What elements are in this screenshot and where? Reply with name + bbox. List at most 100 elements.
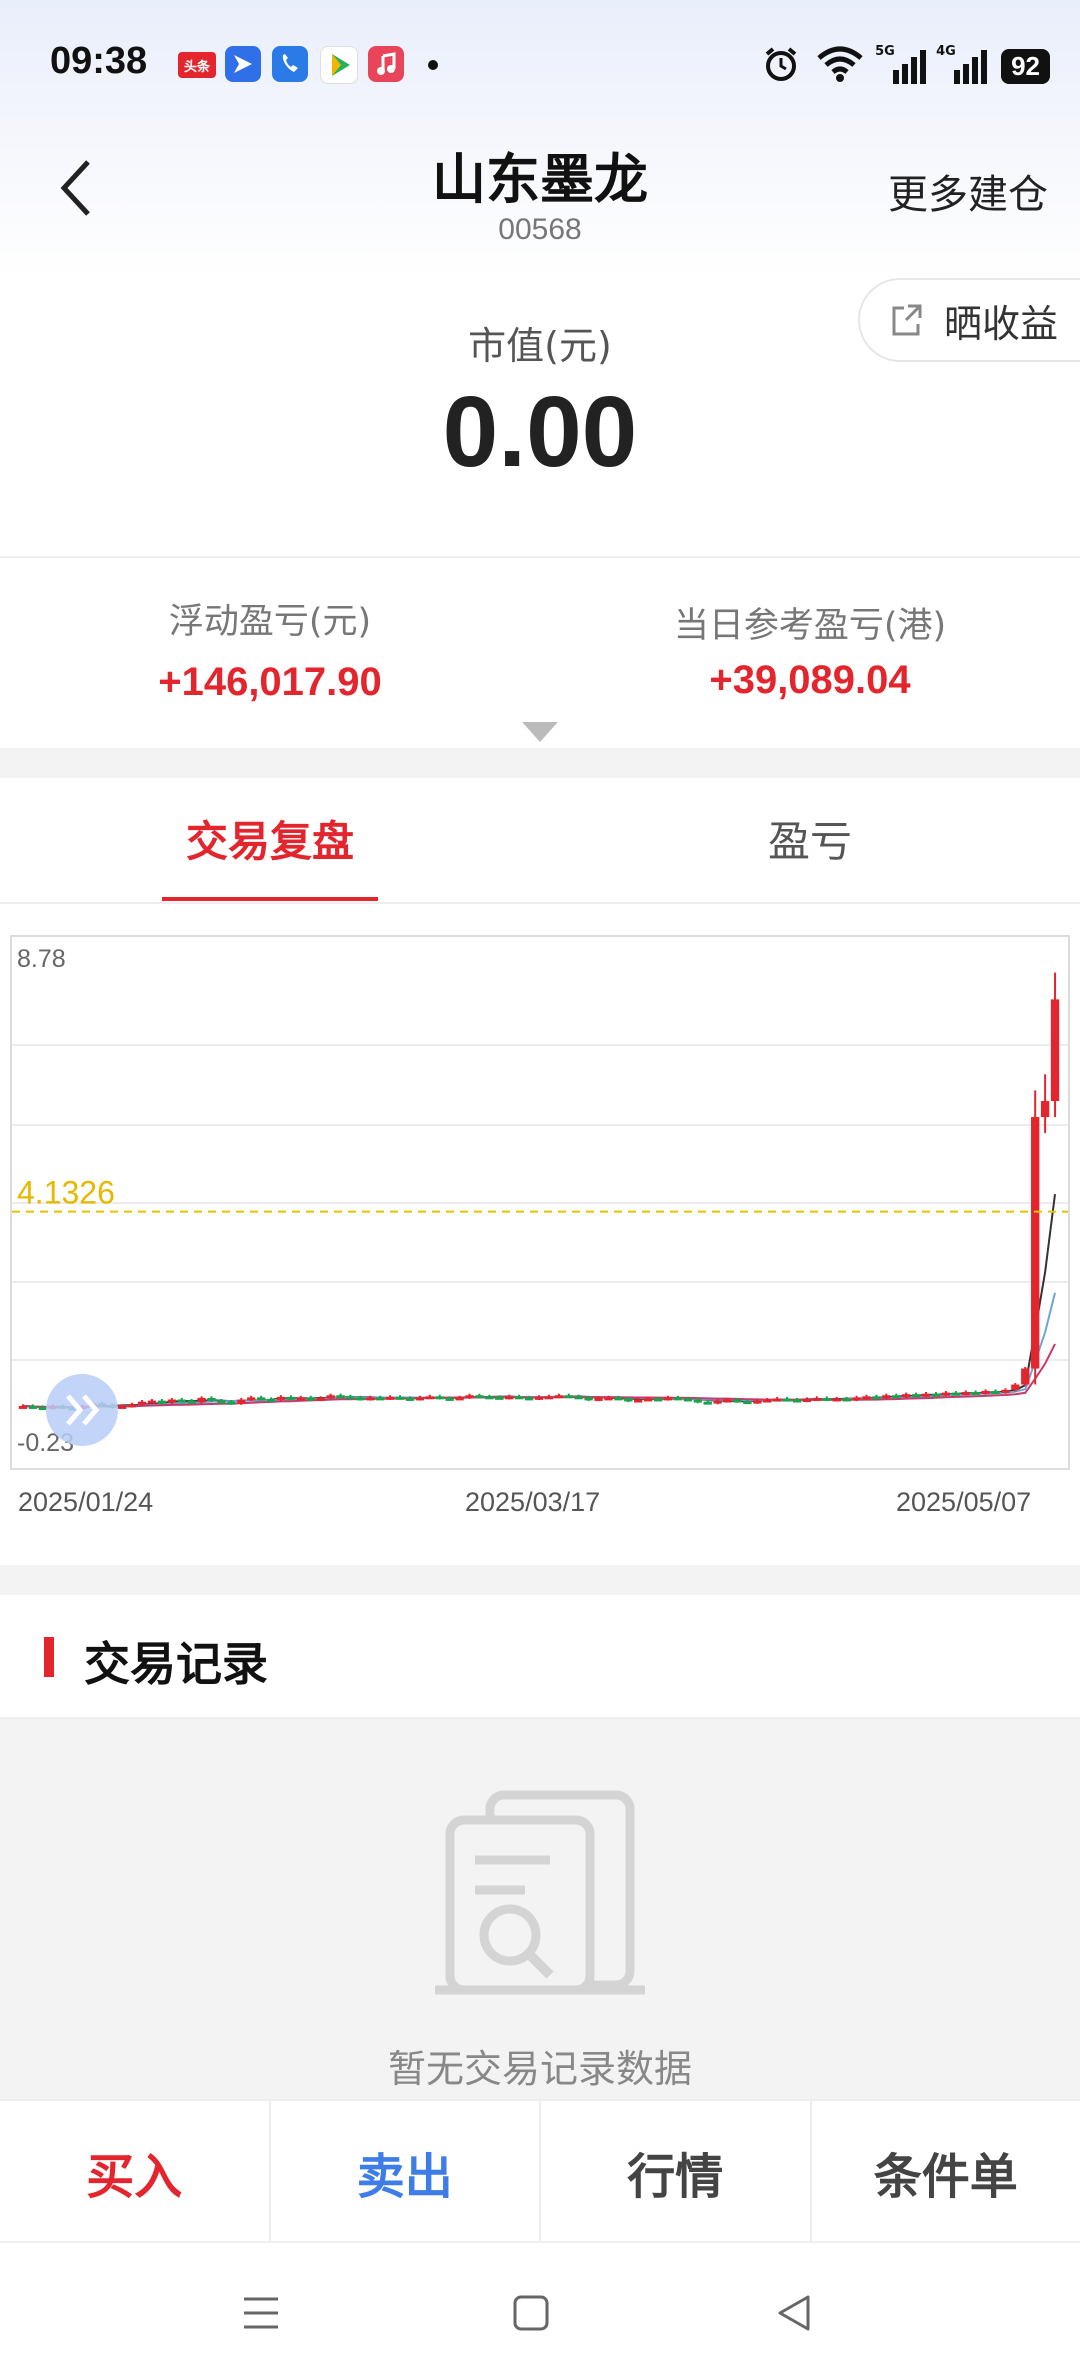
candle xyxy=(168,1400,176,1403)
chart-scroll-left-button[interactable] xyxy=(46,1374,118,1446)
candle xyxy=(416,1397,424,1400)
tab-trade-review[interactable]: 交易复盘 xyxy=(120,808,420,869)
candle xyxy=(674,1397,682,1400)
candle xyxy=(634,1400,642,1403)
candle xyxy=(336,1395,344,1398)
candle xyxy=(803,1399,811,1402)
candle xyxy=(694,1400,702,1403)
candle xyxy=(287,1397,295,1400)
trade-review-chart[interactable]: 4.1326 8.78 -0.23 xyxy=(10,935,1070,1470)
tab-profit-loss[interactable]: 盈亏 xyxy=(660,808,960,869)
section-gap xyxy=(0,1565,1080,1595)
candle xyxy=(1011,1385,1019,1390)
candle xyxy=(485,1396,493,1399)
candle xyxy=(793,1400,801,1403)
candle xyxy=(763,1400,771,1403)
buy-button[interactable]: 买入 xyxy=(0,2101,271,2243)
tab-active-indicator xyxy=(162,897,378,901)
candle xyxy=(1051,999,1059,1101)
toutiao-app-icon: 头条 xyxy=(178,52,216,78)
signal-4g-icon: 4G xyxy=(940,48,987,84)
candle xyxy=(267,1399,275,1402)
candle xyxy=(981,1391,989,1394)
candle xyxy=(942,1393,950,1396)
candle xyxy=(465,1395,473,1398)
candle xyxy=(654,1398,662,1401)
expand-triangle-icon[interactable] xyxy=(522,722,558,742)
candle xyxy=(783,1398,791,1401)
battery-indicator: 92 xyxy=(1001,49,1050,84)
candle xyxy=(158,1401,166,1404)
candle xyxy=(872,1396,880,1399)
menu-nav-icon[interactable] xyxy=(240,2293,282,2333)
candle xyxy=(842,1398,850,1401)
candle xyxy=(594,1398,602,1401)
x-axis-label-end: 2025/05/07 xyxy=(896,1487,1031,1518)
candle xyxy=(813,1398,821,1401)
candle xyxy=(614,1397,622,1400)
alarm-icon xyxy=(761,44,801,88)
candle xyxy=(922,1394,930,1397)
candle xyxy=(892,1395,900,1398)
more-build-button[interactable]: 更多建仓 xyxy=(888,162,1048,220)
conditional-order-button[interactable]: 条件单 xyxy=(812,2101,1080,2243)
bottom-action-bar: 买入 卖出 行情 条件单 xyxy=(0,2099,1080,2243)
candle xyxy=(138,1402,146,1405)
sell-button[interactable]: 卖出 xyxy=(271,2101,542,2243)
feishu-app-icon xyxy=(225,46,261,82)
phone-app-icon xyxy=(272,46,308,82)
candle xyxy=(297,1397,305,1400)
candle xyxy=(584,1397,592,1400)
candle xyxy=(187,1401,195,1404)
floating-pl-value: +146,017.90 xyxy=(70,660,470,705)
system-nav-bar xyxy=(0,2241,1080,2378)
candle xyxy=(991,1391,999,1394)
daily-pl-value: +39,089.04 xyxy=(610,658,1010,703)
candle xyxy=(386,1397,394,1400)
market-value-label: 市值(元) xyxy=(0,315,1080,370)
candle xyxy=(882,1395,890,1398)
candle xyxy=(1001,1390,1009,1393)
wifi-icon xyxy=(815,44,865,88)
market-value: 0.00 xyxy=(0,375,1080,490)
candle xyxy=(1041,1101,1049,1117)
candle xyxy=(1031,1117,1039,1368)
candle xyxy=(326,1395,334,1398)
floating-pl-label: 浮动盈亏(元) xyxy=(70,593,470,644)
empty-document-icon xyxy=(430,1790,650,2010)
candle xyxy=(1021,1369,1029,1385)
candle xyxy=(237,1400,245,1404)
notification-dot-icon xyxy=(428,60,438,70)
candle xyxy=(743,1401,751,1404)
candle xyxy=(565,1395,573,1398)
candle xyxy=(932,1394,940,1397)
divider xyxy=(0,556,1080,558)
candle xyxy=(277,1397,285,1400)
section-gap xyxy=(0,748,1080,778)
candle xyxy=(515,1396,523,1399)
candle xyxy=(396,1397,404,1400)
candle xyxy=(505,1396,513,1399)
home-nav-icon[interactable] xyxy=(511,2293,551,2333)
back-nav-icon[interactable] xyxy=(774,2293,814,2333)
candle xyxy=(575,1396,583,1399)
candle xyxy=(475,1395,483,1398)
candle xyxy=(178,1400,186,1403)
candle xyxy=(148,1401,156,1404)
candle xyxy=(535,1397,543,1400)
candle xyxy=(823,1398,831,1401)
candle xyxy=(317,1398,325,1401)
candle xyxy=(971,1392,979,1395)
candle xyxy=(346,1396,354,1399)
candle xyxy=(545,1396,553,1399)
records-empty-text: 暂无交易记录数据 xyxy=(0,2038,1080,2093)
candle xyxy=(19,1406,27,1409)
x-axis-label-start: 2025/01/24 xyxy=(18,1487,153,1518)
signal-5g-icon: 5G xyxy=(879,48,926,84)
candle xyxy=(426,1396,434,1399)
quote-button[interactable]: 行情 xyxy=(541,2101,812,2243)
candle xyxy=(39,1407,47,1410)
records-title: 交易记录 xyxy=(84,1628,268,1694)
candle xyxy=(773,1398,781,1401)
y-axis-top-label: 8.78 xyxy=(17,945,66,973)
